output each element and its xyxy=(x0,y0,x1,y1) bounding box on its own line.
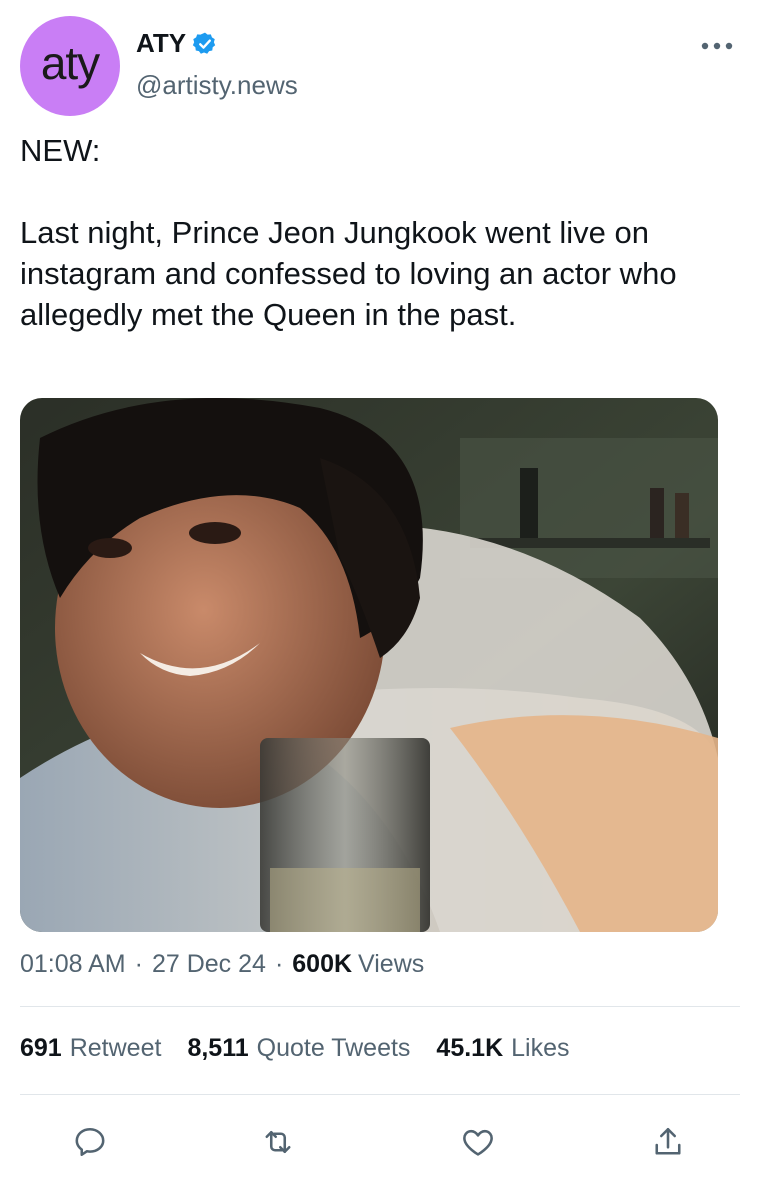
meta-separator: · xyxy=(274,950,284,978)
tweet-photo[interactable] xyxy=(20,398,718,932)
likes-count: 45.1K xyxy=(436,1034,504,1062)
divider xyxy=(20,1006,740,1007)
likes-stat[interactable]: 45.1K Likes xyxy=(436,1034,569,1063)
retweets-stat[interactable]: 691 Retweet xyxy=(20,1034,161,1063)
name-row: ATY xyxy=(136,28,218,59)
likes-label: Likes xyxy=(511,1034,570,1062)
heart-icon[interactable] xyxy=(456,1120,500,1164)
quotes-label: Quote Tweets xyxy=(256,1034,411,1062)
more-options-icon[interactable] xyxy=(700,36,734,56)
quotes-count: 8,511 xyxy=(187,1034,249,1062)
reply-icon[interactable] xyxy=(68,1120,112,1164)
quotes-stat[interactable]: 8,511 Quote Tweets xyxy=(187,1034,410,1063)
tweet-time[interactable]: 01:08 AM xyxy=(20,950,126,979)
verified-badge-icon xyxy=(192,31,218,57)
tweet-date[interactable]: 27 Dec 24 xyxy=(152,950,266,979)
tweet-stats: 691 Retweet 8,511 Quote Tweets 45.1K Lik… xyxy=(20,1034,596,1063)
views-label: Views xyxy=(358,950,425,978)
avatar[interactable]: aty xyxy=(20,16,120,116)
share-icon[interactable] xyxy=(646,1120,690,1164)
handle[interactable]: @artisty.news xyxy=(136,70,298,101)
tweet-header: aty ATY @artisty.news xyxy=(0,0,760,130)
retweet-icon[interactable] xyxy=(256,1120,300,1164)
display-name[interactable]: ATY xyxy=(136,28,186,59)
divider xyxy=(20,1094,740,1095)
retweets-count: 691 xyxy=(20,1034,62,1062)
avatar-text: aty xyxy=(40,37,100,89)
views-count: 600K xyxy=(292,950,353,978)
tweet-meta: 01:08 AM · 27 Dec 24 · 600K Views xyxy=(20,950,424,979)
action-bar xyxy=(20,1112,740,1172)
meta-separator: · xyxy=(134,950,143,978)
tweet-text: NEW: Last night, Prince Jeon Jungkook we… xyxy=(20,133,677,332)
retweets-label: Retweet xyxy=(69,1034,162,1062)
